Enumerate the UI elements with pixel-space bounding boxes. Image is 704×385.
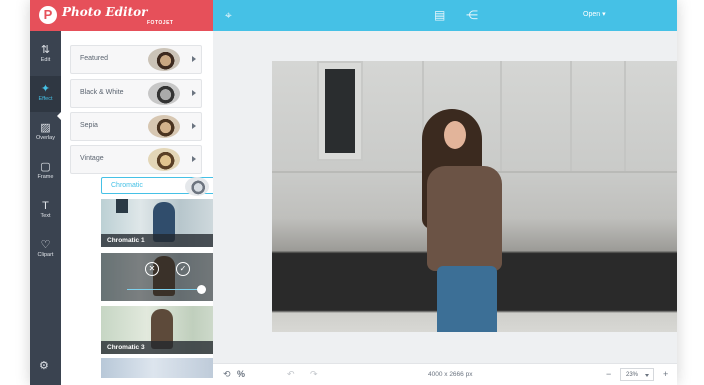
share-icon[interactable]: ⋲ [466,7,478,23]
category-black-white[interactable]: Black & White [70,79,202,108]
app-subtitle: FOTOJET [147,20,174,26]
rail-item-label: Effect [38,96,53,102]
tool-rail: ⇅ Edit ✦ Effect ▨ Overlay ▢ Frame T Text… [30,31,62,385]
canvas-area [213,31,677,363]
category-vintage[interactable]: Vintage [70,145,202,174]
zoom-select[interactable]: 23% [620,368,654,381]
chevron-right-icon [192,56,196,62]
subject-face [444,121,466,149]
app-logo[interactable]: P Photo Editor FOTOJET [30,0,213,31]
category-label: Vintage [80,155,104,162]
rail-item-label: Clipart [37,252,54,258]
text-icon: T [42,200,49,212]
cancel-filter-button[interactable]: ✕ [145,262,159,276]
image-dimensions: 4000 x 2666 px [428,371,473,378]
location-pin-icon[interactable]: ⌖ [225,7,232,23]
top-toolbar: ⌖ Open ▾ ▤ ⋲ [213,0,677,31]
chevron-right-icon [192,156,196,162]
rail-item-label: Text [40,213,51,219]
intensity-slider[interactable] [127,289,203,290]
category-featured[interactable]: Featured [70,45,202,74]
app-title: Photo Editor [62,5,148,19]
preview-figure [153,256,175,296]
wall-seam [624,61,626,171]
rail-item-label: Edit [40,57,51,63]
save-icon[interactable]: ▤ [434,7,445,23]
rail-item-edit[interactable]: ⇅ Edit [30,37,61,73]
caret-down-icon [645,374,649,377]
preview-window [116,199,128,213]
app-window: P Photo Editor FOTOJET ⌖ Open ▾ ▤ ⋲ ⇅ Ed… [30,0,677,385]
rail-item-clipart[interactable]: ♡ Clipart [30,232,61,268]
redo-icon[interactable]: ↷ [310,369,318,380]
zoom-value: 23% [626,372,639,378]
reset-icon[interactable]: ⟲ [223,369,231,380]
subject-sweater [427,166,502,271]
wall-seam [500,61,502,171]
photo-window [317,61,363,161]
category-label: Chromatic [111,182,143,189]
rail-item-frame[interactable]: ▢ Frame [30,154,61,190]
apply-filter-button[interactable]: ✓ [176,262,190,276]
wall-seam [570,61,572,171]
category-thumbnail [148,48,180,71]
category-label: Sepia [80,122,98,129]
clipart-icon: ♡ [40,239,51,251]
chevron-right-icon [192,123,196,129]
category-sepia[interactable]: Sepia [70,112,202,141]
category-label: Featured [80,55,109,62]
rail-item-label: Frame [37,174,54,180]
subject-jeans [437,266,497,332]
logo-badge-icon: P [39,6,57,24]
compare-icon[interactable]: % [237,369,245,379]
category-label: Black & White [80,89,124,96]
undo-icon[interactable]: ↶ [287,369,295,380]
open-menu-button[interactable]: Open ▾ [583,10,606,18]
bottom-toolbar: ⟲ % ↶ ↷ 4000 x 2666 px − 23% + [213,363,677,385]
edit-icon: ⇅ [40,44,51,56]
category-thumbnail [148,148,180,171]
category-thumbnail [185,177,209,196]
rail-item-effect[interactable]: ✦ Effect [30,76,61,112]
overlay-icon: ▨ [40,122,51,134]
rail-item-label: Overlay [36,135,55,141]
window-glass [325,69,355,153]
chevron-right-icon [192,90,196,96]
settings-gear-icon[interactable]: ⚙ [39,359,49,372]
frame-icon: ▢ [40,161,51,173]
effect-icon: ✦ [40,83,51,95]
edited-photo[interactable] [272,61,677,332]
zoom-in-button[interactable]: + [663,369,668,379]
category-thumbnail [148,115,180,138]
rail-item-text[interactable]: T Text [30,193,61,229]
category-thumbnail [148,82,180,105]
zoom-out-button[interactable]: − [606,369,611,379]
intensity-slider-handle[interactable] [197,285,206,294]
